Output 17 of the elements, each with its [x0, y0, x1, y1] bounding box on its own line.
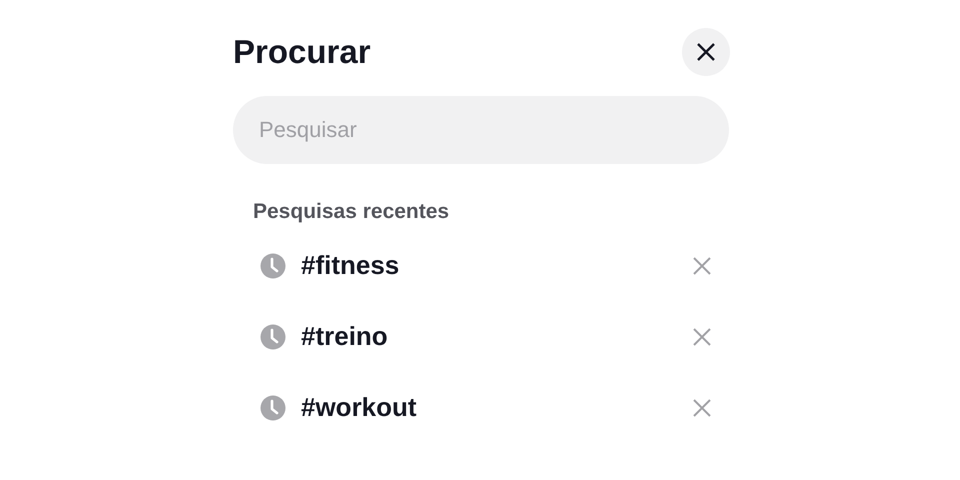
section-heading: Pesquisas recentes	[253, 200, 450, 224]
remove-button[interactable]	[691, 254, 713, 276]
clock-icon	[260, 394, 286, 420]
panel-title: Procurar	[233, 33, 371, 71]
recent-search-item[interactable]: #treino	[301, 321, 691, 352]
close-icon	[696, 42, 716, 62]
search-field[interactable]: Pesquisar	[233, 96, 729, 164]
recent-search-item[interactable]: #fitness	[301, 250, 691, 281]
close-icon	[693, 398, 711, 416]
close-button[interactable]	[682, 28, 730, 76]
close-icon	[693, 328, 711, 346]
recent-search-item[interactable]: #workout	[301, 392, 691, 423]
clock-icon	[260, 252, 286, 278]
remove-button[interactable]	[691, 396, 713, 418]
close-icon	[693, 256, 711, 274]
remove-button[interactable]	[691, 326, 713, 348]
clock-icon	[260, 324, 286, 350]
